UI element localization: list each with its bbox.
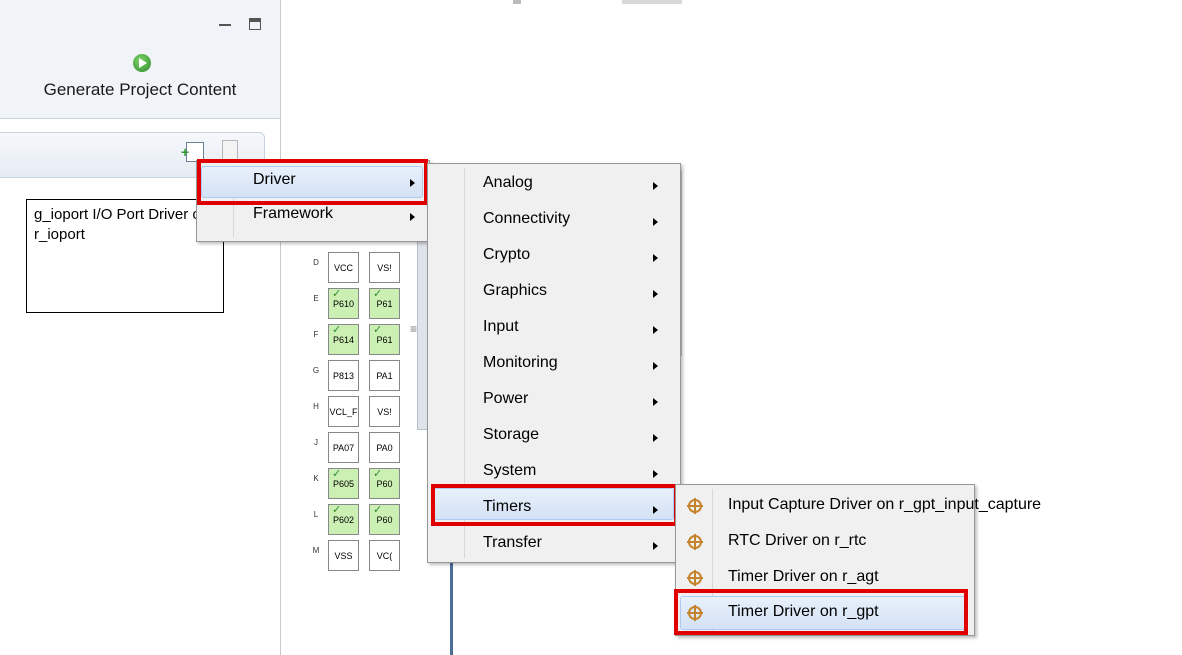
generate-project-content-button[interactable]: Generate Project Content <box>0 80 280 100</box>
menu-item-analog[interactable]: Analog <box>483 174 533 192</box>
pin-row-letter: G <box>312 366 320 375</box>
pin-row-letter: M <box>312 546 320 555</box>
submenu-arrow-icon <box>653 398 658 406</box>
menu-item-input-capture-driver[interactable]: Input Capture Driver on r_gpt_input_capt… <box>728 496 1041 514</box>
pin-label: PA1 <box>376 370 393 381</box>
pin-row-letter: L <box>313 510 319 519</box>
pin-label: VC( <box>376 550 393 561</box>
view-title-bar <box>0 0 280 40</box>
check-icon: ✓ <box>332 288 342 300</box>
check-icon: ✓ <box>373 468 383 480</box>
menu-item-monitoring[interactable]: Monitoring <box>483 354 558 372</box>
menu-item-graphics[interactable]: Graphics <box>483 282 547 300</box>
crosshair-icon <box>687 498 703 514</box>
pin-label: P614 <box>332 334 355 345</box>
menu-item-storage[interactable]: Storage <box>483 426 539 444</box>
submenu-arrow-icon <box>653 362 658 370</box>
submenu-arrow-icon <box>653 182 658 190</box>
pin-row-letter: F <box>313 330 319 339</box>
submenu-arrow-icon <box>653 254 658 262</box>
pin-cell[interactable]: VS! <box>369 252 400 283</box>
check-icon: ✓ <box>332 324 342 336</box>
pin-cell[interactable]: PA07 <box>328 432 359 463</box>
menu-item-transfer[interactable]: Transfer <box>483 534 542 552</box>
pin-cell[interactable]: PA0 <box>369 432 400 463</box>
check-icon: ✓ <box>373 288 383 300</box>
pin-label: P60 <box>376 514 393 525</box>
pin-cell[interactable]: P60 ✓ <box>369 504 400 535</box>
pin-cell[interactable]: VS! <box>369 396 400 427</box>
toolbar-fragment <box>622 0 682 4</box>
pin-cell[interactable]: P813 <box>328 360 359 391</box>
pin-cell[interactable]: VCC <box>328 252 359 283</box>
pin-row-letter: E <box>313 294 319 303</box>
panel-divider <box>450 560 453 655</box>
submenu-arrow-icon <box>653 290 658 298</box>
remove-stack-icon[interactable] <box>222 140 238 160</box>
pin-row-letter: D <box>313 258 319 267</box>
submenu-arrow-icon <box>653 542 658 550</box>
check-icon: ✓ <box>373 324 383 336</box>
check-icon: ✓ <box>332 504 342 516</box>
pin-label: VCL_F <box>329 406 358 417</box>
pin-cell[interactable]: P60 ✓ <box>369 468 400 499</box>
minimize-icon[interactable] <box>219 20 231 26</box>
menu-item-timer-driver-agt[interactable]: Timer Driver on r_agt <box>728 568 879 586</box>
stack-module-label: g_ioport I/O Port Driver on r_ioport <box>34 206 210 243</box>
panel-divider <box>681 170 682 356</box>
run-icon[interactable] <box>133 54 151 72</box>
pin-row-letter: J <box>314 438 318 447</box>
pin-cell[interactable]: P614 ✓ <box>328 324 359 355</box>
pin-label: P61 <box>376 334 393 345</box>
pin-label: PA0 <box>376 442 393 453</box>
submenu-arrow-icon <box>653 434 658 442</box>
pin-label: P60 <box>376 478 393 489</box>
submenu-arrow-icon <box>653 326 658 334</box>
pin-row-letter: H <box>313 402 319 411</box>
pin-label: P61 <box>376 298 393 309</box>
check-icon: ✓ <box>332 468 342 480</box>
highlight-box <box>197 159 428 205</box>
highlight-box <box>431 484 678 526</box>
check-icon: ✓ <box>373 504 383 516</box>
pin-cell[interactable]: P61 ✓ <box>369 324 400 355</box>
menu-item-framework[interactable]: Framework <box>253 205 333 223</box>
maximize-icon[interactable] <box>249 18 261 30</box>
pin-label: P602 <box>332 514 355 525</box>
grip-icon: ≡ <box>410 322 418 336</box>
pin-label: P813 <box>332 370 355 381</box>
pin-cell[interactable]: P602 ✓ <box>328 504 359 535</box>
submenu-arrow-icon <box>410 213 415 221</box>
menu-item-rtc-driver[interactable]: RTC Driver on r_rtc <box>728 532 866 550</box>
menu-item-input[interactable]: Input <box>483 318 519 336</box>
highlight-box <box>674 589 968 635</box>
pin-cell[interactable]: P610 ✓ <box>328 288 359 319</box>
pin-label: VCC <box>333 262 353 273</box>
toolbar-fragment <box>513 0 521 4</box>
pin-label: P610 <box>332 298 355 309</box>
pin-cell[interactable]: P605 ✓ <box>328 468 359 499</box>
pin-cell[interactable]: VSS <box>328 540 359 571</box>
pin-cell[interactable]: PA1 <box>369 360 400 391</box>
pin-label: P605 <box>332 478 355 489</box>
submenu-arrow-icon <box>653 218 658 226</box>
pin-label: VS! <box>377 406 392 417</box>
menu-item-system[interactable]: System <box>483 462 536 480</box>
pin-cell[interactable]: VCL_F <box>328 396 359 427</box>
menu-item-power[interactable]: Power <box>483 390 528 408</box>
pin-cell[interactable]: VC( <box>369 540 400 571</box>
pin-label: VS! <box>377 262 392 273</box>
pin-label: VSS <box>334 550 353 561</box>
pin-row-letter: K <box>313 474 319 483</box>
submenu-arrow-icon <box>653 470 658 478</box>
crosshair-icon <box>687 534 703 550</box>
menu-item-crypto[interactable]: Crypto <box>483 246 530 264</box>
crosshair-icon <box>687 570 703 586</box>
pin-cell[interactable]: P61 ✓ <box>369 288 400 319</box>
pin-label: PA07 <box>332 442 355 453</box>
menu-item-connectivity[interactable]: Connectivity <box>483 210 570 228</box>
